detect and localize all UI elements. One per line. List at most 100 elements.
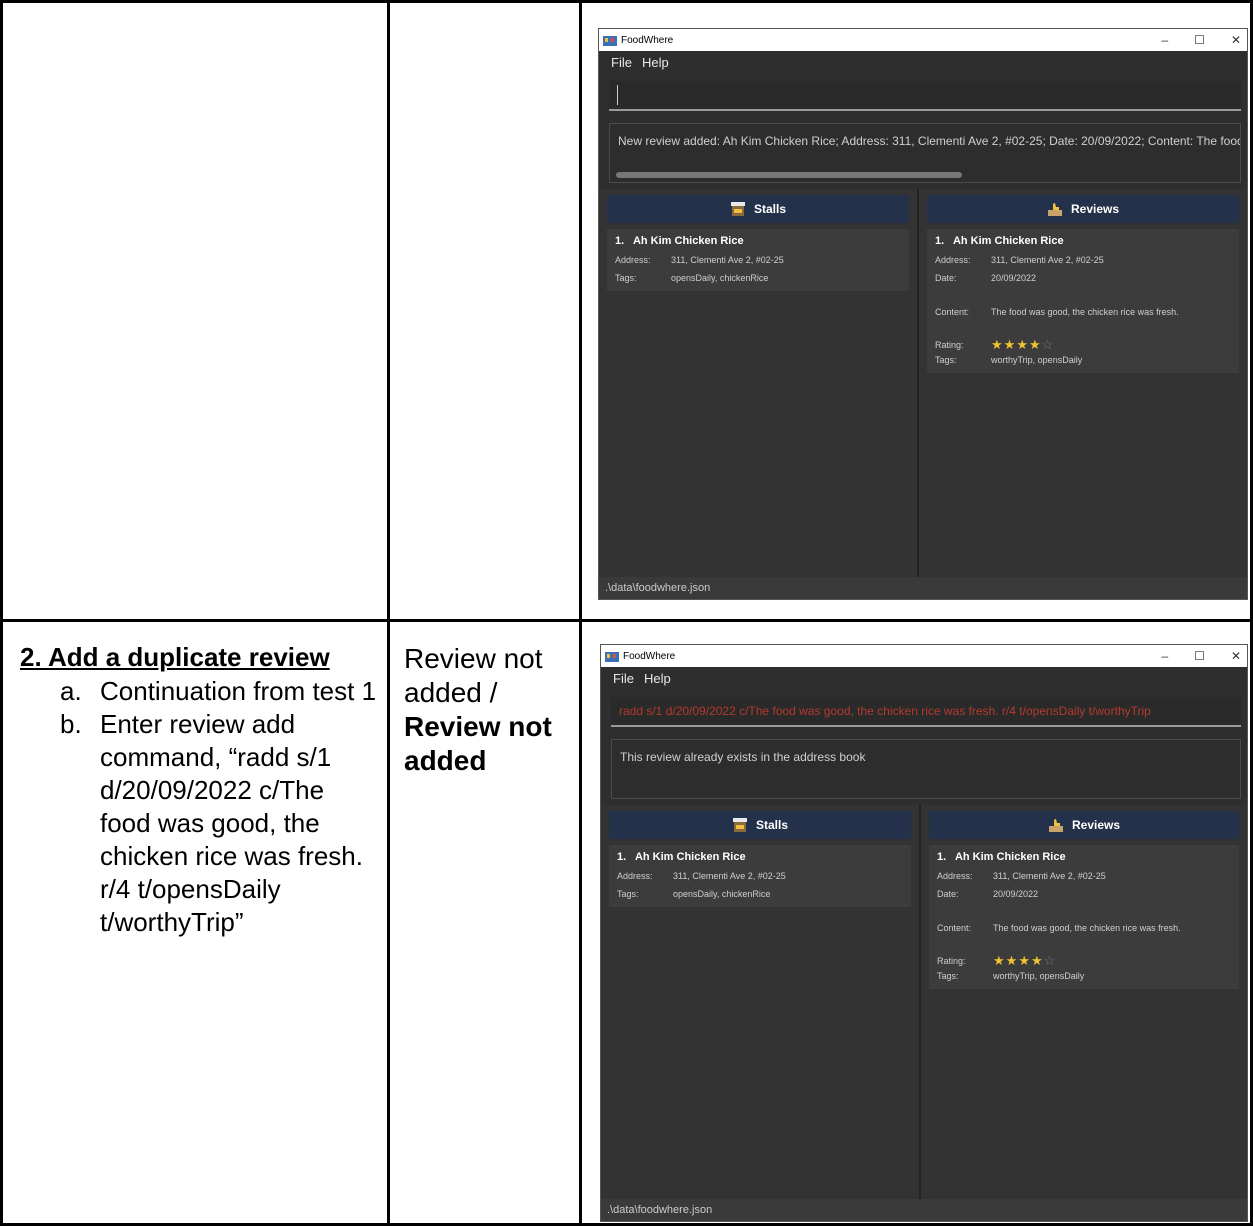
reviews-header-label: Reviews xyxy=(1071,818,1121,832)
review-tags-label: Tags: xyxy=(935,355,957,365)
menu-bar: File Help xyxy=(599,51,1247,73)
expected-result-text: Review not added / xyxy=(404,643,543,708)
text-caret xyxy=(617,85,618,105)
stall-tags-label: Tags: xyxy=(615,273,637,283)
star-filled-icon: ★ xyxy=(1018,953,1031,968)
title-bar[interactable]: FoodWhere – ☐ ✕ xyxy=(601,645,1247,667)
star-empty-icon: ☆ xyxy=(1043,953,1057,968)
review-card[interactable]: 1. Ah Kim Chicken Rice Address: 311, Clem… xyxy=(927,229,1239,373)
step-item: b. Enter review add command, “radd s/1 d… xyxy=(60,708,380,939)
stall-name: Ah Kim Chicken Rice xyxy=(632,235,744,247)
test-steps-cell: 2. Add a duplicate review a. Continuatio… xyxy=(20,642,380,939)
result-display: New review added: Ah Kim Chicken Rice; A… xyxy=(609,123,1241,183)
stall-card[interactable]: 1. Ah Kim Chicken Rice Address: 311, Clem… xyxy=(607,229,909,291)
star-filled-icon: ★ xyxy=(1016,337,1029,352)
review-index: 1. xyxy=(935,235,945,247)
stall-index: 1. xyxy=(615,235,625,247)
step-label: b. xyxy=(60,709,82,739)
stall-card[interactable]: 1. Ah Kim Chicken Rice Address: 311, Clem… xyxy=(609,845,911,907)
review-address-label: Address: xyxy=(937,871,973,881)
result-display: This review already exists in the addres… xyxy=(611,739,1241,799)
steps-list: a. Continuation from test 1 b. Enter rev… xyxy=(20,675,380,939)
rating-stars: ★★★★☆ xyxy=(991,337,1054,353)
menu-bar: File Help xyxy=(601,667,1247,689)
result-text: New review added: Ah Kim Chicken Rice; A… xyxy=(618,134,1240,148)
stalls-header: Stalls xyxy=(607,195,909,223)
stalls-header-label: Stalls xyxy=(753,202,786,216)
reviews-panel: Reviews 1. Ah Kim Chicken Rice Address: 3… xyxy=(919,189,1247,577)
command-input[interactable] xyxy=(609,81,1241,111)
reviews-header: Reviews xyxy=(927,195,1239,223)
star-filled-icon: ★ xyxy=(1030,953,1044,968)
star-filled-icon: ★ xyxy=(991,337,1004,352)
stall-name: Ah Kim Chicken Rice xyxy=(634,851,746,863)
status-file-path: .\data\foodwhere.json xyxy=(605,582,711,594)
expected-result-bold: Review not added xyxy=(404,711,552,776)
review-content: The food was good, the chicken rice was … xyxy=(991,307,1179,317)
review-content-label: Content: xyxy=(935,307,970,317)
reviews-panel: Reviews 1. Ah Kim Chicken Rice Address: 3… xyxy=(921,805,1247,1199)
stall-index: 1. xyxy=(617,851,627,863)
stall-tags: opensDaily, chickenRice xyxy=(671,273,769,283)
stall-tags-label: Tags: xyxy=(617,889,639,899)
review-date: 20/09/2022 xyxy=(993,889,1039,899)
review-address: 311, Clementi Ave 2, #02-25 xyxy=(993,871,1106,881)
stall-address-label: Address: xyxy=(615,255,651,265)
foodwhere-window-2: FoodWhere – ☐ ✕ File Help radd s/1 d/20/… xyxy=(600,644,1248,1222)
foodwhere-window-1: FoodWhere – ☐ ✕ File Help New review add… xyxy=(598,28,1248,600)
thumbs-up-icon xyxy=(1048,819,1063,832)
stall-address: 311, Clementi Ave 2, #02-25 xyxy=(673,871,786,881)
review-content-label: Content: xyxy=(937,923,972,933)
app-icon xyxy=(605,652,619,662)
star-empty-icon: ☆ xyxy=(1041,337,1055,352)
review-tags-label: Tags: xyxy=(937,971,959,981)
stalls-header-label: Stalls xyxy=(755,818,788,832)
step-text: Continuation from test 1 xyxy=(100,676,377,706)
review-date-label: Date: xyxy=(937,889,959,899)
status-bar: .\data\foodwhere.json xyxy=(599,577,1247,599)
rating-stars: ★★★★☆ xyxy=(993,953,1056,969)
review-rating-label: Rating: xyxy=(937,956,966,966)
stall-icon xyxy=(730,202,745,216)
horizontal-scrollbar[interactable] xyxy=(616,172,962,178)
stalls-panel: Stalls 1. Ah Kim Chicken Rice Address: 31… xyxy=(599,189,919,577)
review-address-label: Address: xyxy=(935,255,971,265)
stall-address-label: Address: xyxy=(617,871,653,881)
star-filled-icon: ★ xyxy=(993,953,1006,968)
menu-file[interactable]: File xyxy=(611,55,632,70)
command-input[interactable]: radd s/1 d/20/09/2022 c/The food was goo… xyxy=(611,697,1241,727)
app-icon xyxy=(603,36,617,46)
stall-icon xyxy=(732,818,747,832)
panels: Stalls 1. Ah Kim Chicken Rice Address: 31… xyxy=(599,189,1247,577)
maximize-button[interactable]: ☐ xyxy=(1194,649,1205,663)
minimize-button[interactable]: – xyxy=(1161,33,1168,47)
panels: Stalls 1. Ah Kim Chicken Rice Address: 31… xyxy=(601,805,1247,1199)
menu-file[interactable]: File xyxy=(613,671,634,686)
close-button[interactable]: ✕ xyxy=(1231,649,1241,663)
command-text: radd s/1 d/20/09/2022 c/The food was goo… xyxy=(619,704,1151,718)
review-tags: worthyTrip, opensDaily xyxy=(991,355,1083,365)
review-date-label: Date: xyxy=(935,273,957,283)
star-filled-icon: ★ xyxy=(1003,337,1017,352)
step-item: a. Continuation from test 1 xyxy=(60,675,380,708)
review-tags: worthyTrip, opensDaily xyxy=(993,971,1085,981)
review-card[interactable]: 1. Ah Kim Chicken Rice Address: 311, Clem… xyxy=(929,845,1239,989)
stalls-panel: Stalls 1. Ah Kim Chicken Rice Address: 31… xyxy=(601,805,921,1199)
stall-tags: opensDaily, chickenRice xyxy=(673,889,771,899)
review-index: 1. xyxy=(937,851,947,863)
star-filled-icon: ★ xyxy=(1005,953,1019,968)
close-button[interactable]: ✕ xyxy=(1231,33,1241,47)
menu-help[interactable]: Help xyxy=(644,671,671,686)
step-text: Enter review add command, “radd s/1 d/20… xyxy=(100,709,363,937)
title-bar[interactable]: FoodWhere – ☐ ✕ xyxy=(599,29,1247,51)
thumbs-up-icon xyxy=(1047,203,1062,216)
menu-help[interactable]: Help xyxy=(642,55,669,70)
expected-result-cell: Review not added / Review not added xyxy=(404,642,574,778)
minimize-button[interactable]: – xyxy=(1161,649,1168,663)
maximize-button[interactable]: ☐ xyxy=(1194,33,1205,47)
reviews-header: Reviews xyxy=(929,811,1239,839)
review-content: The food was good, the chicken rice was … xyxy=(993,923,1181,933)
stall-address: 311, Clementi Ave 2, #02-25 xyxy=(671,255,784,265)
review-rating-label: Rating: xyxy=(935,340,964,350)
window-title: FoodWhere xyxy=(623,650,676,662)
